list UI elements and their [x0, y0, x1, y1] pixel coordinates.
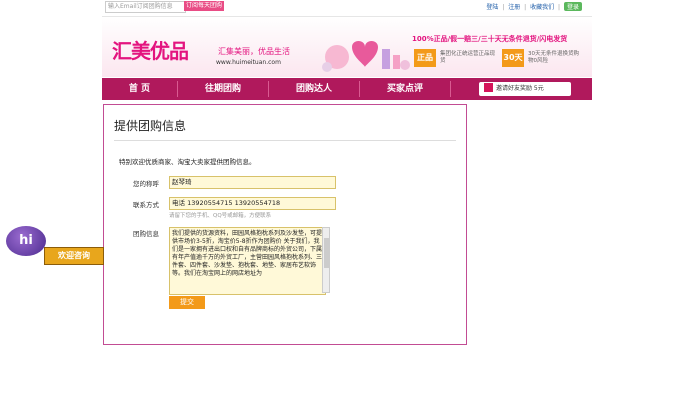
- register-link[interactable]: 注册: [508, 4, 520, 11]
- return-desc: 30天无条件退换货购物0风险: [528, 51, 579, 64]
- main-nav: 首 页 往期团购 团购达人 买家点评 邀请好友奖励 5元: [102, 78, 592, 100]
- return-badge: 30天: [502, 49, 524, 67]
- cosmetics-illustration: [322, 41, 410, 72]
- gift-icon: [484, 83, 493, 92]
- nav-buyer-reviews[interactable]: 买家点评: [360, 78, 450, 100]
- site-logo[interactable]: 汇美优品: [112, 35, 189, 64]
- contact-field[interactable]: 电话 13920554715 13920554718: [169, 197, 336, 210]
- scrollbar-thumb[interactable]: [324, 238, 329, 268]
- link-separator: |: [502, 4, 505, 11]
- chat-label[interactable]: 欢迎咨询: [44, 247, 104, 265]
- slogan: 汇集美丽，优品生活: [218, 47, 290, 56]
- name-field[interactable]: 赵琴琦: [169, 176, 336, 189]
- nav-group-experts[interactable]: 团购达人: [269, 78, 359, 100]
- page-title: 提供团购信息: [114, 119, 187, 133]
- login-link[interactable]: 登陆: [486, 4, 498, 11]
- name-label: 您的称呼: [133, 180, 159, 188]
- submit-button[interactable]: 提交: [169, 296, 205, 309]
- site-header: 汇美优品 汇集美丽，优品生活 www.huimeituan.com 100%正品…: [102, 17, 592, 77]
- promo-title: 100%正品/假一赔三/三十天无条件退货/闪电发货: [412, 35, 568, 43]
- subscribe-button[interactable]: 订阅每天团购: [184, 1, 224, 11]
- invite-friends-button[interactable]: 邀请好友奖励 5元: [479, 82, 571, 96]
- chat-bubble-icon[interactable]: hi: [6, 226, 46, 256]
- deal-info-label: 团购信息: [133, 230, 159, 238]
- qq-login-button[interactable]: 登录: [563, 2, 582, 11]
- email-subscribe-input[interactable]: 输入Email订阅团购信息: [105, 1, 186, 13]
- bookmark-link[interactable]: 收藏我们: [530, 4, 554, 11]
- link-separator: |: [524, 4, 527, 11]
- submit-deal-panel: 提供团购信息 特别欢迎优质商家、淘宝大卖家提供团购信息。 您的称呼 赵琴琦 联系…: [103, 104, 467, 345]
- online-chat-widget[interactable]: hi 欢迎咨询: [6, 226, 104, 272]
- top-links: 登陆 | 注册 | 收藏我们 | 登录: [484, 2, 582, 11]
- nav-home[interactable]: 首 页: [102, 78, 177, 100]
- invite-label: 邀请好友奖励 5元: [496, 85, 544, 92]
- contact-hint: 请留下您的手机、QQ号或邮箱，方便联系: [169, 213, 272, 219]
- textarea-scrollbar[interactable]: [322, 227, 330, 293]
- link-separator: |: [558, 4, 561, 11]
- nav-separator: [450, 81, 451, 97]
- title-divider: [114, 140, 456, 141]
- genuine-badge: 正品: [414, 49, 436, 67]
- contact-label: 联系方式: [133, 201, 159, 209]
- genuine-desc: 集团化正统运营正品现货: [440, 51, 496, 64]
- top-bar: 输入Email订阅团购信息 订阅每天团购 登陆 | 注册 | 收藏我们 | 登录: [102, 0, 592, 17]
- intro-text: 特别欢迎优质商家、淘宝大卖家提供团购信息。: [119, 158, 256, 166]
- nav-past-deals[interactable]: 往期团购: [178, 78, 268, 100]
- deal-info-textarea[interactable]: 我们提供的货源资料，田园风格抱枕系列及沙发垫，可提供市场价3-5折，淘宝价5-8…: [169, 227, 326, 295]
- site-domain: www.huimeituan.com: [216, 59, 281, 66]
